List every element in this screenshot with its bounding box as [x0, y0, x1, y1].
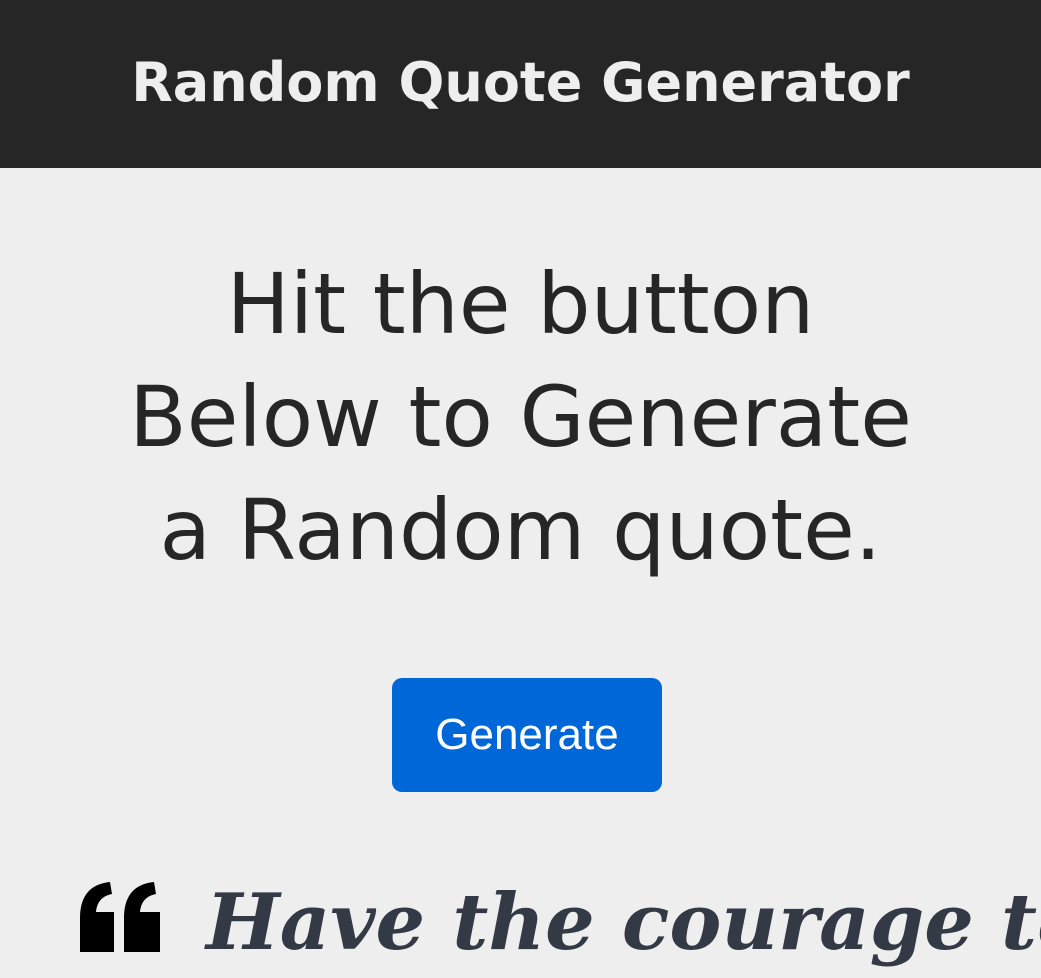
headline: Hit the button Below to Generate a Rando…: [60, 248, 981, 587]
app-title: Random Quote Generator: [131, 50, 910, 114]
headline-line-3: a Random quote.: [159, 481, 882, 579]
app-header: Random Quote Generator: [0, 0, 1041, 168]
quote-text: Have the courage to: [206, 877, 1041, 968]
headline-line-1: Hit the button: [226, 255, 815, 353]
headline-line-2: Below to Generate: [129, 368, 912, 466]
generate-button[interactable]: Generate: [392, 678, 662, 792]
quote-left-icon: [80, 882, 160, 952]
quote-block: Have the courage to: [0, 868, 1041, 968]
main-content: Hit the button Below to Generate a Rando…: [0, 168, 1041, 968]
